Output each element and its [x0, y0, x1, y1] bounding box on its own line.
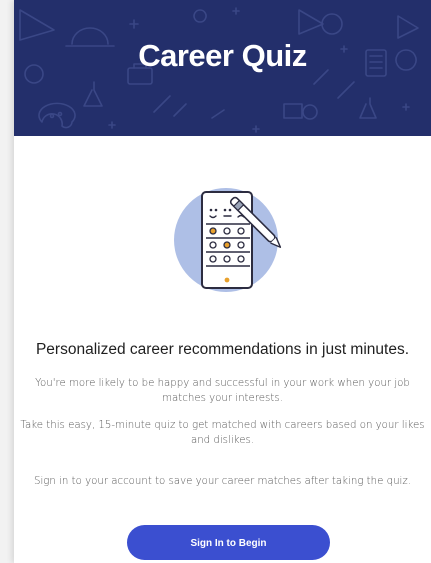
quiz-description: Take this easy, 15-minute quiz to get ma…	[20, 420, 425, 446]
quiz-tablet-icon	[174, 188, 282, 292]
page-title: Career Quiz	[138, 38, 307, 73]
intro-paragraph: You're more likely to be happy and succe…	[35, 378, 410, 404]
quiz-card: Career Quiz Personalized career recommen…	[14, 0, 431, 563]
sign-in-note: Sign in to your account to save your car…	[34, 476, 411, 487]
headline: Personalized career recommendations in j…	[35, 341, 410, 358]
sign-in-button[interactable]: Sign In to Begin	[127, 525, 330, 560]
header-banner: Career Quiz	[14, 0, 431, 136]
